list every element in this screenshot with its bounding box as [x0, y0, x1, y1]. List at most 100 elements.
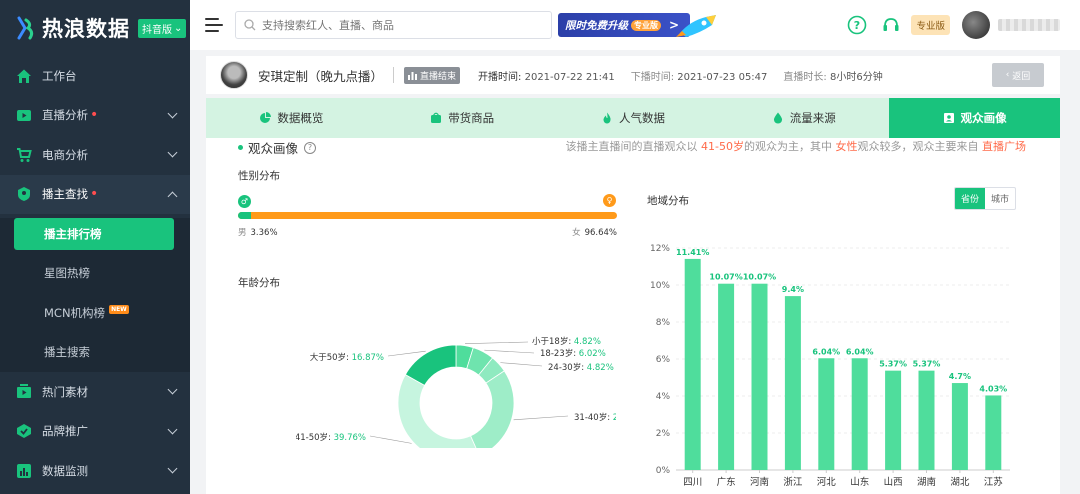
bar[interactable]: [985, 395, 1002, 470]
submenu: 播主排行榜 星图热榜 MCN机构榜 NEW 播主搜索: [0, 217, 190, 373]
sidebar-item-workbench[interactable]: 工作台: [0, 56, 190, 96]
y-tick-label: 2%: [656, 429, 671, 439]
sidebar-subitem-mcn-ranking[interactable]: MCN机构榜 NEW: [0, 293, 190, 333]
live-status-badge: 直播结束: [404, 66, 461, 84]
menu-toggle-icon[interactable]: [205, 18, 223, 32]
top-header: 限时免费升级 专业版 > ? 专业版: [190, 0, 1080, 50]
tab-products[interactable]: 带货商品: [377, 98, 548, 138]
region-title: 地域分布: [647, 195, 689, 207]
chevron-down-icon: [167, 384, 178, 395]
tab-popularity[interactable]: 人气数据: [548, 98, 719, 138]
username-blurred[interactable]: [998, 19, 1060, 31]
headset-icon[interactable]: [881, 15, 901, 35]
anchor-info-bar: 安琪定制（晚九点播） 直播结束 开播时间: 2021-07-22 21:41 下…: [206, 56, 1060, 94]
bar-value-label: 6.04%: [812, 347, 840, 356]
flame-icon: [603, 112, 611, 124]
audience-panel: 观众画像 ? 该播主直播间的直播观众以 41-50岁的观众为主，其中 女性观众较…: [206, 138, 1060, 494]
bar-chart-icon: [408, 71, 418, 80]
user-avatar[interactable]: [962, 11, 990, 39]
sidebar-item-brand-promotion[interactable]: 品牌推广: [0, 412, 190, 452]
bar[interactable]: [818, 358, 835, 470]
bar-value-label: 11.41%: [676, 248, 709, 257]
donut-label-value: 27.71%: [613, 413, 616, 423]
x-tick-label: 河南: [750, 476, 769, 488]
bag-icon: [431, 112, 442, 123]
label-leader-line: [484, 349, 535, 354]
x-tick-label: 山东: [850, 476, 869, 488]
bar[interactable]: [718, 283, 735, 470]
label-leader-line: [387, 350, 426, 357]
label-leader-line: [369, 435, 412, 444]
y-tick-label: 4%: [656, 392, 671, 402]
sidebar-item-hot-material[interactable]: 热门素材: [0, 372, 190, 412]
sidebar-item-anchor-search[interactable]: 播主查找 •: [0, 174, 190, 214]
bullet-dot: [238, 145, 243, 150]
svg-text:?: ?: [854, 19, 860, 32]
logo[interactable]: 热浪数据 抖音版 ⌄: [0, 0, 190, 56]
bar[interactable]: [918, 370, 935, 470]
search-box[interactable]: [235, 11, 552, 39]
sidebar-subitem-star-chart[interactable]: 星图热榜: [0, 254, 190, 294]
donut-slice[interactable]: [397, 374, 479, 448]
help-icon[interactable]: ?: [304, 141, 317, 154]
anchor-avatar[interactable]: [220, 61, 248, 89]
tab-audience-profile[interactable]: 观众画像: [889, 98, 1060, 138]
male-fill: [238, 212, 251, 219]
bar-value-label: 4.7%: [949, 372, 971, 381]
age-donut-chart: 小于18岁: 4.82%18-23岁: 6.02%24-30岁: 4.82%31…: [296, 336, 616, 448]
help-icon[interactable]: ?: [847, 15, 867, 35]
donut-label: 31-40岁: 27.71%: [574, 412, 616, 423]
upgrade-promo-banner[interactable]: 限时免费升级 专业版 >: [558, 11, 724, 39]
donut-label-name: 18-23岁:: [540, 348, 579, 359]
back-button[interactable]: ‹ 返回: [992, 63, 1044, 87]
cart-icon: [16, 147, 32, 163]
sidebar-item-data-monitor[interactable]: 数据监测: [0, 451, 190, 491]
sidebar-subitem-anchor-search[interactable]: 播主搜索: [0, 333, 190, 373]
bar[interactable]: [951, 383, 968, 470]
chevron-down-icon: [167, 463, 178, 474]
y-tick-label: 0%: [656, 466, 671, 476]
donut-slice[interactable]: [404, 344, 457, 386]
toggle-province[interactable]: 省份: [955, 188, 986, 209]
toggle-city[interactable]: 城市: [985, 188, 1015, 209]
pro-version-badge[interactable]: 专业版: [911, 15, 950, 35]
platform-badge[interactable]: 抖音版 ⌄: [138, 18, 187, 38]
bar-value-label: 5.37%: [913, 360, 941, 369]
search-input[interactable]: [262, 18, 542, 32]
audience-summary: 该播主直播间的直播观众以 41-50岁的观众为主，其中 女性观众较多，观众主要来…: [565, 140, 1026, 153]
bar[interactable]: [851, 358, 868, 470]
gender-title: 性别分布: [238, 170, 280, 182]
monitor-icon: [16, 463, 32, 479]
donut-label-name: 大于50岁:: [310, 352, 352, 363]
bar[interactable]: [784, 296, 801, 470]
tab-data-overview[interactable]: 数据概览: [206, 98, 377, 138]
rocket-icon: [676, 15, 716, 37]
pie-icon: [260, 112, 272, 123]
sidebar: 热浪数据 抖音版 ⌄ 工作台 直播分析 • 电商分析 播主查找 • 播主排行榜 星图热…: [0, 0, 190, 494]
donut-label: 18-23岁: 6.02%: [540, 348, 606, 359]
tab-traffic-source[interactable]: 流量来源: [718, 98, 889, 138]
bar[interactable]: [684, 258, 701, 470]
donut-label: 24-30岁: 4.82%: [548, 362, 614, 373]
x-tick-label: 四川: [683, 477, 702, 488]
bar-value-label: 9.4%: [782, 285, 804, 294]
male-value: 男 3.36%: [238, 228, 278, 238]
sidebar-item-live-analysis[interactable]: 直播分析 •: [0, 96, 190, 136]
bar[interactable]: [885, 370, 902, 470]
sidebar-subitem-anchor-ranking[interactable]: 播主排行榜: [14, 217, 174, 250]
logo-icon: [16, 16, 36, 40]
section-title: 观众画像 ?: [238, 138, 317, 157]
y-tick-label: 6%: [656, 355, 671, 365]
donut-label-value: 6.02%: [579, 349, 606, 359]
notify-dot: •: [90, 107, 99, 124]
bar[interactable]: [751, 283, 768, 470]
bar-value-label: 4.03%: [979, 384, 1007, 393]
donut-label: 大于50岁: 16.87%: [310, 352, 384, 363]
y-tick-label: 8%: [656, 318, 671, 328]
notify-dot: •: [90, 186, 99, 203]
sidebar-item-ecommerce[interactable]: 电商分析: [0, 135, 190, 175]
donut-slice[interactable]: [470, 370, 515, 448]
x-tick-label: 湖南: [917, 476, 936, 488]
chevron-down-icon: [167, 108, 178, 119]
gender-bar: [238, 212, 617, 219]
